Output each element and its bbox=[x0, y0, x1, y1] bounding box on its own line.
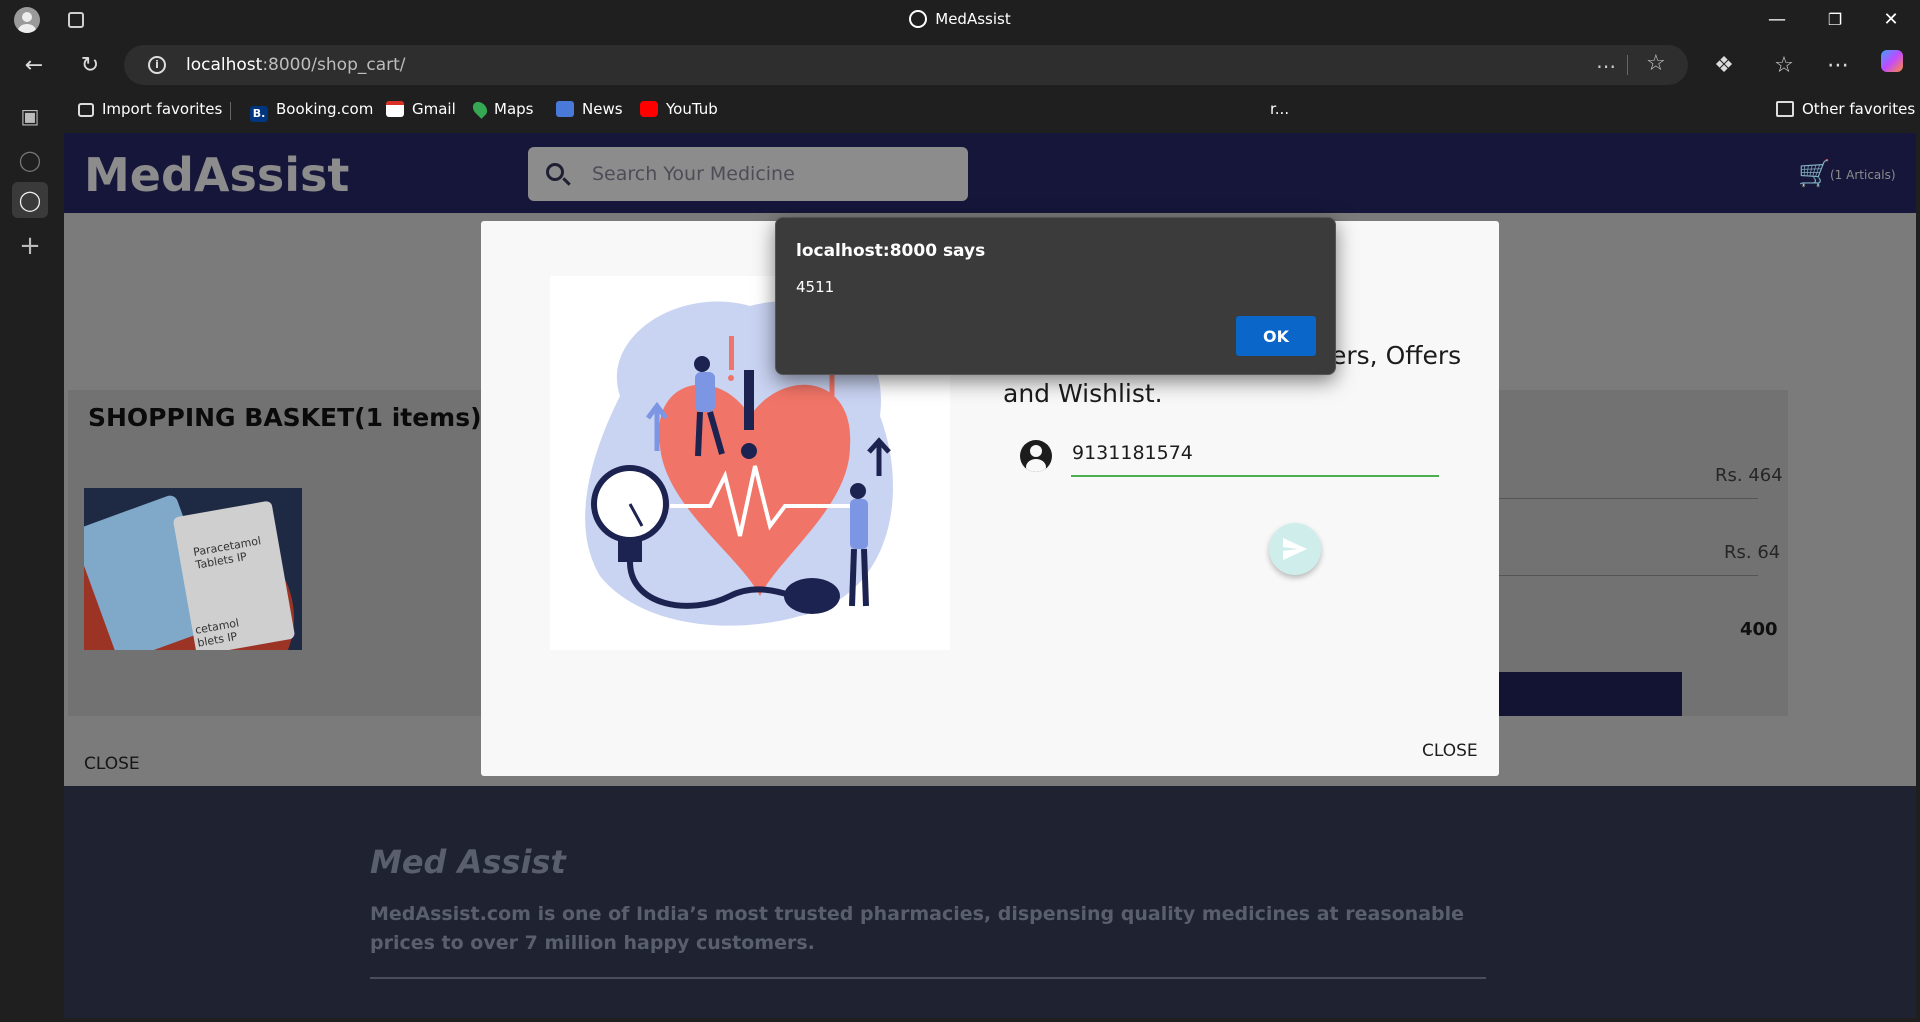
bookmark-truncated[interactable]: r... bbox=[1270, 100, 1289, 118]
alert-title: localhost:8000 says bbox=[796, 241, 986, 261]
bookmark-label: Gmail bbox=[412, 100, 456, 118]
alert-ok-button[interactable]: OK bbox=[1236, 316, 1316, 356]
bookmark-youtube[interactable]: YouTub bbox=[640, 100, 718, 118]
footer-title: Med Assist bbox=[370, 843, 566, 881]
refresh-icon[interactable]: ↻ bbox=[72, 48, 108, 84]
bookmark-label: Import favorites bbox=[102, 100, 223, 118]
other-favorites-label: Other favorites bbox=[1802, 100, 1916, 118]
browser-sidebar: ▣ ◯ ◯ + bbox=[0, 90, 60, 1022]
tab-actions-icon[interactable]: ▣ bbox=[12, 98, 48, 134]
reader-icon[interactable]: ⋯ bbox=[1596, 54, 1616, 78]
divider bbox=[1627, 55, 1628, 75]
news-icon bbox=[556, 101, 574, 117]
extensions-icon[interactable]: ❖ bbox=[1706, 48, 1742, 84]
search-bar[interactable] bbox=[528, 147, 968, 201]
phone-number-input[interactable] bbox=[1071, 431, 1439, 477]
alert-message: 4511 bbox=[796, 278, 835, 296]
site-header: MedAssist 🛒 (1 Articals) bbox=[64, 133, 1916, 213]
footer-divider bbox=[370, 977, 1486, 979]
bookmark-label: r... bbox=[1270, 100, 1290, 118]
import-icon bbox=[78, 103, 94, 117]
cart-count[interactable]: (1 Articals) bbox=[1830, 168, 1896, 182]
add-tab-icon[interactable]: + bbox=[12, 228, 48, 264]
url-path: :8000/shop_cart/ bbox=[262, 55, 406, 75]
product-image: Paracetamol Tablets IP cetamol blets IP bbox=[84, 488, 302, 650]
favorites-icon[interactable]: ☆ bbox=[1766, 48, 1802, 84]
signin-close-button[interactable]: CLOSE bbox=[1422, 741, 1478, 761]
site-footer: Med Assist MedAssist.com is one of India… bbox=[64, 786, 1916, 1018]
bookmark-maps[interactable]: Maps bbox=[470, 99, 534, 119]
basket-close-button[interactable]: CLOSE bbox=[84, 754, 140, 774]
url-text[interactable]: localhost:8000/shop_cart/ bbox=[186, 55, 406, 75]
window-title-area: MedAssist bbox=[0, 10, 1920, 28]
price-discount: Rs. 64 bbox=[1724, 542, 1781, 563]
browser-titlebar: MedAssist — ❐ ✕ bbox=[0, 0, 1920, 40]
user-icon bbox=[1020, 440, 1052, 472]
site-logo[interactable]: MedAssist bbox=[84, 148, 349, 202]
search-input[interactable] bbox=[592, 147, 968, 201]
folder-icon bbox=[1776, 101, 1794, 117]
page-viewport: MedAssist 🛒 (1 Articals) SHOPPING BASKET… bbox=[64, 133, 1916, 1018]
restore-icon[interactable]: ❐ bbox=[1806, 0, 1864, 40]
bookmarks-bar: Import favorites B. Booking.com Gmail Map… bbox=[0, 90, 1920, 130]
other-favorites[interactable]: Other favorites bbox=[1776, 100, 1915, 118]
minimize-icon[interactable]: — bbox=[1748, 0, 1806, 40]
globe-icon bbox=[909, 10, 928, 28]
window-title: MedAssist bbox=[935, 10, 1011, 28]
bookmark-gmail[interactable]: Gmail bbox=[386, 100, 456, 118]
info-icon[interactable]: i bbox=[148, 56, 166, 74]
bookmark-label: Maps bbox=[494, 100, 534, 118]
back-icon[interactable]: ← bbox=[16, 48, 52, 84]
more-icon[interactable]: ⋯ bbox=[1820, 48, 1856, 84]
bookmark-booking[interactable]: B. Booking.com bbox=[250, 100, 373, 122]
bookmark-label: YouTub bbox=[666, 100, 718, 118]
price-payable: 400 bbox=[1740, 619, 1778, 640]
url-host: localhost bbox=[186, 55, 263, 75]
bookmark-label: News bbox=[582, 100, 623, 118]
star-icon[interactable]: ☆ bbox=[1646, 51, 1666, 76]
address-bar[interactable]: i localhost:8000/shop_cart/ ⋯ ☆ bbox=[124, 45, 1688, 85]
price-total: Rs. 464 bbox=[1715, 465, 1783, 486]
alert-dialog: localhost:8000 says 4511 OK bbox=[775, 217, 1336, 375]
youtube-icon bbox=[640, 101, 658, 117]
bookmark-import-favorites[interactable]: Import favorites bbox=[78, 100, 222, 118]
cart-icon[interactable]: 🛒 bbox=[1798, 159, 1830, 189]
globe-icon[interactable]: ◯ bbox=[12, 142, 48, 178]
close-icon[interactable]: ✕ bbox=[1862, 0, 1920, 40]
basket-title: SHOPPING BASKET(1 items) bbox=[88, 403, 482, 432]
send-button[interactable] bbox=[1269, 523, 1321, 575]
booking-icon: B. bbox=[250, 106, 268, 122]
footer-text: MedAssist.com is one of India’s most tru… bbox=[370, 903, 1465, 954]
bookmark-news[interactable]: News bbox=[556, 100, 623, 118]
globe-icon[interactable]: ◯ bbox=[12, 182, 48, 218]
divider bbox=[230, 102, 231, 120]
copilot-icon[interactable] bbox=[1874, 48, 1910, 84]
gmail-icon bbox=[386, 101, 404, 117]
send-icon bbox=[1283, 538, 1307, 560]
browser-toolbar: ← ↻ i localhost:8000/shop_cart/ ⋯ ☆ ❖ ☆ … bbox=[0, 40, 1920, 90]
bookmark-label: Booking.com bbox=[276, 100, 374, 118]
maps-icon bbox=[470, 99, 490, 119]
search-icon[interactable] bbox=[546, 163, 564, 181]
